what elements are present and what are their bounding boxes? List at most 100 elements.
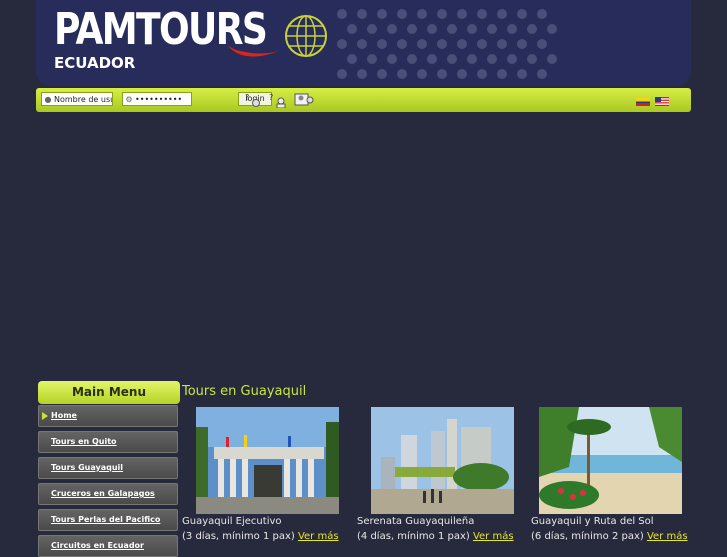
ecuador-flag-icon[interactable] <box>635 97 650 106</box>
decorative-dot <box>357 9 367 19</box>
decorative-dot <box>407 54 417 64</box>
decorative-dot <box>367 54 377 64</box>
key-icon: ⚙ <box>125 95 133 104</box>
tour-duration: (3 días, mínimo 1 pax) <box>182 531 295 542</box>
menu-item-label: Tours en Quito <box>51 437 117 446</box>
tour-name: Guayaquil y Ruta del Sol <box>531 516 654 527</box>
decorative-dot <box>457 69 467 79</box>
decorative-dot <box>547 54 557 64</box>
decorative-dot <box>517 69 527 79</box>
decorative-dot <box>387 24 397 34</box>
decorative-dot <box>497 69 507 79</box>
decorative-dot <box>547 24 557 34</box>
decorative-dot <box>537 69 547 79</box>
tour-photo-city[interactable] <box>371 407 514 514</box>
decorative-dot <box>447 54 457 64</box>
menu-item-label: Home <box>51 411 77 420</box>
decorative-dot <box>417 69 427 79</box>
password-value: •••••••••• <box>135 95 183 104</box>
ver-mas-link[interactable]: Ver más <box>647 531 688 542</box>
decorative-dot <box>397 9 407 19</box>
language-flags <box>635 97 669 116</box>
decorative-dot <box>487 54 497 64</box>
decorative-dot <box>357 69 367 79</box>
menu-item-tours-guayaquil[interactable]: Tours Guayaquil <box>38 457 178 479</box>
decorative-dot <box>417 39 427 49</box>
decorative-dot <box>527 54 537 64</box>
menu-item-label: Tours Guayaquil <box>51 463 124 472</box>
tour-photo-monument[interactable] <box>196 407 339 514</box>
globe-icon <box>285 15 327 57</box>
menu-item-tours-quito[interactable]: Tours en Quito <box>38 431 178 453</box>
ver-mas-link[interactable]: Ver más <box>298 531 339 542</box>
decorative-dot <box>467 54 477 64</box>
menu-item-home[interactable]: Home <box>38 405 178 427</box>
decorative-dot <box>497 39 507 49</box>
menu-item-cruceros-galapagos[interactable]: Cruceros en Galapagos <box>38 483 178 505</box>
tour-info: (4 días, mínimo 1 pax) Ver más <box>357 531 514 542</box>
login-toolbar: ● Nombre de usu ⚙ •••••••••• login ? ? <box>36 88 691 112</box>
tour-duration: (4 días, mínimo 1 pax) <box>357 531 470 542</box>
decorative-dot <box>357 39 367 49</box>
arrow-right-icon <box>42 412 48 420</box>
decorative-dot <box>517 39 527 49</box>
decorative-dot <box>337 69 347 79</box>
decorative-dot <box>347 54 357 64</box>
decorative-dot <box>477 39 487 49</box>
menu-item-label: Tours Perlas del Pacifico <box>51 515 161 524</box>
users-icon[interactable] <box>294 92 316 108</box>
decorative-dot <box>447 24 457 34</box>
decorative-dot <box>487 24 497 34</box>
tour-name: Serenata Guayaquileña <box>357 516 475 527</box>
decorative-dot <box>457 9 467 19</box>
decorative-dot <box>477 69 487 79</box>
menu-item-circuitos[interactable]: Circuitos en Ecuador <box>38 535 178 557</box>
tour-info: (3 días, mínimo 1 pax) Ver más <box>182 531 339 542</box>
decorative-dot <box>417 9 427 19</box>
decorative-dot <box>437 69 447 79</box>
decorative-dot <box>437 9 447 19</box>
menu-item-label: Cruceros en Galapagos <box>51 489 155 498</box>
password-field[interactable]: ⚙ •••••••••• <box>122 92 192 106</box>
tour-name: Guayaquil Ejecutivo <box>182 516 282 527</box>
decorative-dot <box>377 9 387 19</box>
site-header: PAMTOURS ECUADOR <box>36 0 691 86</box>
decorative-dot <box>427 54 437 64</box>
decorative-dot <box>347 24 357 34</box>
tour-photo-beach[interactable] <box>539 407 682 514</box>
decorative-dot <box>467 24 477 34</box>
decorative-dot <box>407 24 417 34</box>
decorative-dot <box>337 39 347 49</box>
decorative-dot <box>507 54 517 64</box>
ver-mas-link[interactable]: Ver más <box>473 531 514 542</box>
help-user-icon[interactable]: ? <box>268 92 288 108</box>
decorative-dot <box>457 39 467 49</box>
username-field[interactable]: ● Nombre de usu <box>41 92 113 106</box>
svg-text:?: ? <box>245 93 249 102</box>
svg-text:?: ? <box>269 93 273 102</box>
decorative-dot <box>497 9 507 19</box>
decorative-dot <box>527 24 537 34</box>
decorative-dot <box>377 69 387 79</box>
decorative-dot <box>437 39 447 49</box>
tour-duration: (6 días, mínimo 2 pax) <box>531 531 644 542</box>
decorative-dot <box>517 9 527 19</box>
decorative-dot <box>377 39 387 49</box>
page-title: Tours en Guayaquil <box>182 384 307 399</box>
main-menu-title: Main Menu <box>38 381 180 404</box>
usa-flag-icon[interactable] <box>655 97 669 106</box>
decorative-dot <box>397 69 407 79</box>
menu-item-tours-perlas[interactable]: Tours Perlas del Pacifico <box>38 509 178 531</box>
help-key-icon[interactable]: ? <box>244 92 264 108</box>
logo-subtitle: ECUADOR <box>54 54 136 72</box>
decorative-dot <box>387 54 397 64</box>
decorative-dot <box>537 39 547 49</box>
menu-item-label: Circuitos en Ecuador <box>51 541 144 550</box>
decorative-dot <box>397 39 407 49</box>
decorative-dot-pattern <box>337 9 557 79</box>
decorative-dot <box>367 24 377 34</box>
decorative-dot <box>427 24 437 34</box>
tour-info: (6 días, mínimo 2 pax) Ver más <box>531 531 688 542</box>
username-placeholder: Nombre de usu <box>54 95 113 104</box>
user-icon: ● <box>44 95 52 104</box>
